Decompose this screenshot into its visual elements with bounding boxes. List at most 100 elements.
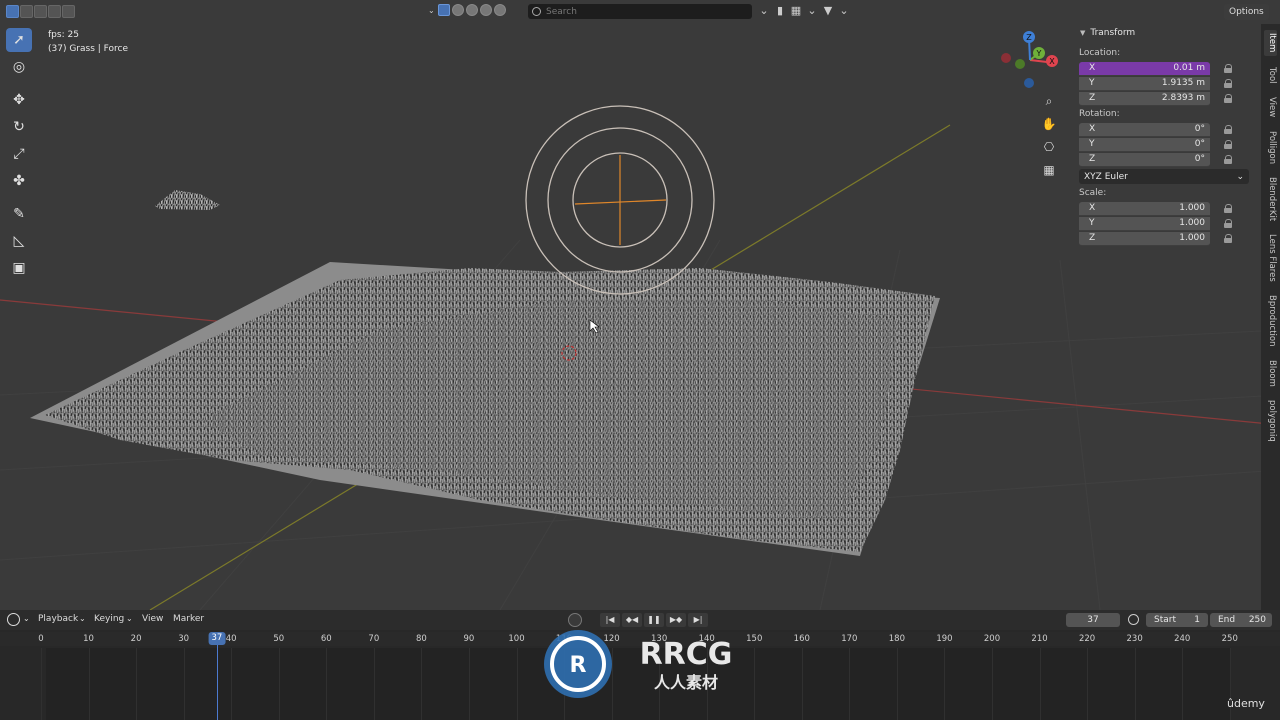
rotation-x-row: X 0° [1074, 122, 1260, 137]
select-box-icon[interactable]: ➚ [6, 28, 32, 52]
start-frame-field[interactable]: Start 1 [1146, 613, 1208, 627]
search-input[interactable]: Search [528, 4, 752, 19]
tab-polygoniq[interactable]: polygoniq [1264, 398, 1277, 444]
end-frame-field[interactable]: End 250 [1210, 613, 1272, 627]
menu-view[interactable]: View [142, 614, 163, 624]
options-button[interactable]: Options [1224, 4, 1269, 20]
select-extend-icon[interactable] [20, 5, 33, 18]
rotate-icon[interactable]: ↻ [6, 115, 32, 139]
move-icon[interactable]: ✥ [6, 88, 32, 112]
select-subtract-icon[interactable] [34, 5, 47, 18]
perspective-grid-icon[interactable]: ▦ [1038, 159, 1060, 181]
3d-viewport[interactable]: ⌄ Search ⌄ ▮ ▦ ⌄ ▼ ⌄ Options ➚ ◎ ✥ ↻ ⤢ ✤… [0, 0, 1280, 610]
rendered-shading-icon[interactable] [479, 4, 492, 16]
lock-icon[interactable] [1224, 64, 1232, 73]
tab-item[interactable]: Item [1264, 30, 1277, 56]
tab-blenderkit[interactable]: BlenderKit [1264, 176, 1277, 222]
transform-icon[interactable]: ✤ [6, 169, 32, 193]
chevron-down-icon[interactable]: ⌄ [806, 4, 818, 17]
rotation-y-field[interactable]: Y 0° [1079, 137, 1210, 152]
tab-tool[interactable]: Tool [1264, 64, 1277, 86]
chevron-down-icon[interactable]: ⌄ [126, 614, 133, 623]
rotation-x-field[interactable]: X 0° [1079, 122, 1210, 137]
lock-icon[interactable] [1224, 140, 1232, 149]
current-frame-field[interactable]: 37 [1066, 613, 1120, 627]
tab-polligon[interactable]: Polligon [1264, 128, 1277, 168]
transform-panel-header[interactable]: ▼ Transform [1074, 24, 1260, 42]
collection-icon[interactable]: ▦ [790, 4, 802, 17]
pause-icon[interactable]: ❚❚ [644, 613, 664, 627]
scale-label: Scale: [1079, 188, 1107, 198]
lock-icon[interactable] [1224, 155, 1232, 164]
location-z-field[interactable]: Z 2.8393 m [1079, 91, 1210, 106]
bookmark-icon[interactable]: ▮ [774, 4, 786, 17]
cursor-icon[interactable]: ◎ [6, 55, 32, 79]
lock-icon[interactable] [1224, 79, 1232, 88]
measure-icon[interactable]: ◺ [6, 229, 32, 253]
axis-label: Y [1089, 218, 1095, 228]
solid-shading-icon[interactable] [451, 4, 464, 16]
pan-hand-icon[interactable]: ✋ [1038, 113, 1060, 135]
frame-tick-label: 170 [841, 634, 858, 644]
jump-start-icon[interactable]: |◀ [600, 613, 620, 627]
scale-y-field[interactable]: Y 1.000 [1079, 216, 1210, 231]
chevron-down-icon[interactable]: ⌄ [838, 4, 850, 17]
chevron-down-icon[interactable]: ⌄ [758, 4, 770, 17]
frame-grid-line [41, 648, 42, 720]
tab-bproduction[interactable]: Bproduction [1264, 294, 1277, 348]
lock-icon[interactable] [1224, 204, 1232, 213]
annotate-icon[interactable]: ✎ [6, 202, 32, 226]
scale-z-field[interactable]: Z 1.000 [1079, 231, 1210, 246]
rotation-mode-value: XYZ Euler [1084, 171, 1128, 182]
add-cube-icon[interactable]: ▣ [6, 256, 32, 280]
lock-icon[interactable] [1224, 125, 1232, 134]
next-keyframe-icon[interactable]: ▶◆ [666, 613, 686, 627]
location-x-field[interactable]: X 0.01 m [1079, 61, 1210, 76]
jump-end-icon[interactable]: ▶| [688, 613, 708, 627]
tab-lens-flares[interactable]: Lens Flares [1264, 232, 1277, 284]
menu-playback[interactable]: Playback [38, 614, 78, 624]
editor-type-icon[interactable] [7, 613, 20, 626]
frame-tick-label: 250 [1221, 634, 1238, 644]
scale-x-field[interactable]: X 1.000 [1079, 201, 1210, 216]
prev-keyframe-icon[interactable]: ◆◀ [622, 613, 642, 627]
lock-icon[interactable] [1224, 234, 1232, 243]
record-icon[interactable] [568, 613, 582, 627]
material-shading-icon[interactable] [465, 4, 478, 16]
lock-icon[interactable] [1224, 94, 1232, 103]
viewport-header: ⌄ Search ⌄ ▮ ▦ ⌄ ▼ ⌄ Options [0, 0, 1280, 24]
rotation-z-field[interactable]: Z 0° [1079, 152, 1210, 167]
menu-marker[interactable]: Marker [173, 614, 204, 624]
playhead-frame-label[interactable]: 37 [208, 632, 226, 645]
field-value: 2.8393 m [1161, 93, 1205, 103]
frame-tick-label: 190 [936, 634, 953, 644]
tab-bloom[interactable]: Bloom [1264, 358, 1277, 388]
tab-view[interactable]: View [1264, 94, 1277, 120]
zoom-icon[interactable]: ⌕ [1038, 90, 1060, 112]
select-invert-icon[interactable] [48, 5, 61, 18]
frame-grid-line [801, 648, 803, 720]
frame-tick-label: 180 [888, 634, 906, 644]
camera-view-icon[interactable]: ⎔ [1038, 136, 1060, 158]
overlay-icon[interactable] [493, 4, 506, 16]
lock-icon[interactable] [1224, 219, 1232, 228]
playhead-line [216, 645, 218, 720]
scale-icon[interactable]: ⤢ [6, 142, 32, 166]
select-intersect-icon[interactable] [62, 5, 75, 18]
select-new-icon[interactable] [6, 5, 19, 18]
filter-icon[interactable]: ▼ [822, 4, 834, 17]
chevron-down-icon[interactable]: ⌄ [79, 614, 86, 623]
menu-keying[interactable]: Keying [94, 614, 124, 624]
timer-icon[interactable] [1128, 614, 1139, 625]
axis-label: Z [1089, 154, 1096, 164]
navigation-gizmo[interactable]: Z Y X [998, 28, 1062, 92]
frame-grid-line [88, 648, 90, 720]
frame-tick-label: 240 [1174, 634, 1191, 644]
frame-grid-line [1087, 648, 1089, 720]
chevron-down-icon[interactable]: ⌄ [428, 6, 435, 15]
location-y-field[interactable]: Y 1.9135 m [1079, 76, 1210, 91]
wireframe-shading-icon[interactable] [437, 4, 450, 16]
chevron-down-icon[interactable]: ⌄ [23, 614, 30, 623]
rotation-mode-select[interactable]: XYZ Euler ⌄ [1079, 169, 1249, 184]
selection-modes [6, 5, 76, 18]
